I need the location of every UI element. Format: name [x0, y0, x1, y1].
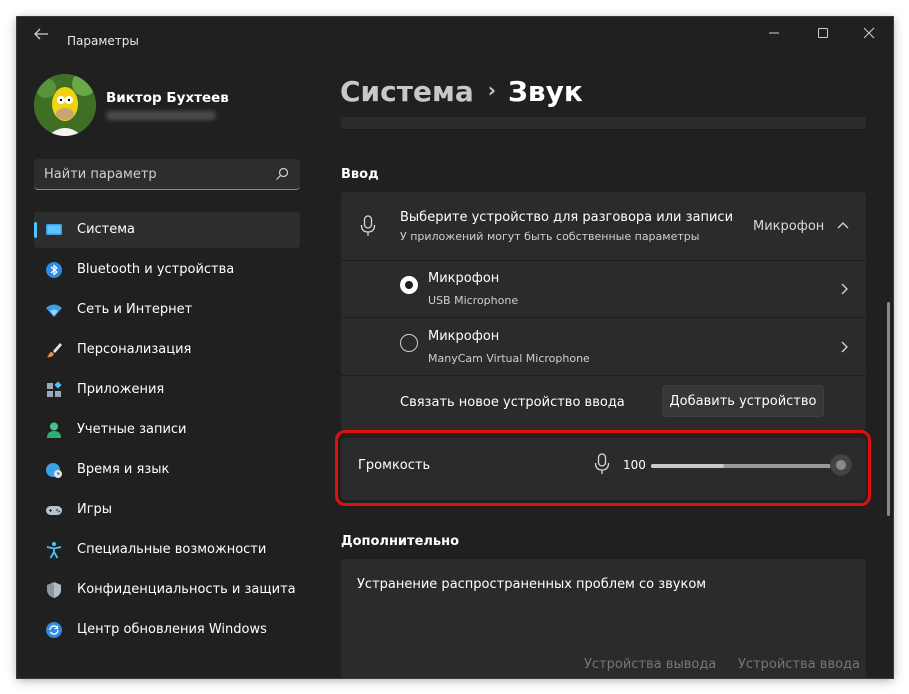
divider [341, 375, 866, 376]
wifi-icon [46, 304, 62, 317]
input-devices-link[interactable]: Устройства ввода [738, 657, 860, 672]
sidebar-item-label: Система [77, 222, 136, 237]
sidebar-item-label: Центр обновления Windows [77, 622, 267, 637]
sidebar-item-label: Специальные возможности [77, 542, 267, 557]
avatar[interactable] [34, 74, 96, 136]
globe-clock-icon [46, 463, 62, 478]
previous-card-edge [341, 117, 866, 130]
sidebar-item-bluetooth[interactable]: Bluetooth и устройства [34, 252, 300, 288]
device-detail: USB Microphone [428, 294, 519, 307]
maximize-button[interactable] [797, 17, 843, 49]
annotation-highlight-box [335, 430, 871, 506]
sidebar-item-apps[interactable]: Приложения [34, 372, 300, 408]
device-radio-selected[interactable] [400, 276, 418, 294]
update-icon [46, 622, 62, 638]
input-device-row[interactable]: Микрофон ManyCam Virtual Microphone [341, 318, 866, 375]
chevron-right-icon[interactable] [838, 283, 850, 295]
chooser-selected-value: Микрофон [753, 219, 825, 234]
settings-window: Параметры Виктор Бухтеев Найти параметр … [17, 17, 893, 678]
add-device-button[interactable]: Добавить устройство [662, 385, 824, 417]
bluetooth-icon [46, 262, 62, 278]
sidebar-item-label: Приложения [77, 382, 165, 397]
breadcrumb: Система › Звук [340, 75, 583, 108]
active-indicator [34, 222, 37, 238]
chooser-title: Выберите устройство для разговора или за… [400, 210, 734, 225]
shield-icon [47, 582, 61, 598]
title-bar: Параметры [17, 17, 893, 49]
device-name: Микрофон [428, 271, 500, 286]
sidebar-item-privacy[interactable]: Конфиденциальность и защита [34, 572, 300, 608]
output-devices-link[interactable]: Устройства вывода [584, 657, 716, 672]
chevron-up-icon[interactable] [837, 220, 849, 232]
breadcrumb-separator: › [487, 78, 497, 102]
scrollbar[interactable] [887, 302, 890, 516]
search-box [34, 159, 300, 190]
sidebar-item-label: Учетные записи [77, 422, 187, 437]
system-icon [46, 224, 62, 235]
chooser-subtitle: У приложений могут быть собственные пара… [400, 230, 700, 243]
back-button[interactable] [31, 25, 51, 43]
search-input[interactable] [44, 159, 264, 189]
sidebar-item-label: Персонализация [77, 342, 192, 357]
sidebar-item-personalization[interactable]: Персонализация [34, 332, 300, 368]
input-device-chooser[interactable]: Выберите устройство для разговора или за… [341, 192, 866, 260]
device-radio-unselected[interactable] [400, 334, 418, 352]
pair-device-label: Связать новое устройство ввода [400, 395, 625, 410]
sidebar-item-windows-update[interactable]: Центр обновления Windows [34, 612, 300, 648]
sidebar-item-label: Конфиденциальность и защита [77, 582, 296, 597]
sidebar-item-label: Игры [77, 502, 113, 517]
close-icon [863, 27, 875, 39]
sidebar-item-system[interactable]: Система [34, 212, 300, 248]
minimize-button[interactable] [751, 17, 797, 49]
user-email-redacted [106, 111, 216, 120]
arrow-left-icon [34, 28, 48, 40]
sidebar-item-accessibility[interactable]: Специальные возможности [34, 532, 300, 568]
section-label-input: Ввод [341, 167, 379, 182]
maximize-icon [818, 28, 828, 38]
troubleshoot-title: Устранение распространенных проблем со з… [357, 577, 707, 592]
sidebar-item-label: Время и язык [77, 462, 170, 477]
apps-icon [47, 381, 62, 397]
breadcrumb-parent[interactable]: Система [340, 75, 474, 108]
sidebar-item-label: Bluetooth и устройства [77, 262, 235, 277]
gamepad-icon [46, 506, 62, 515]
user-icon [47, 422, 61, 438]
microphone-icon [360, 215, 376, 236]
search-icon[interactable] [274, 166, 290, 182]
minimize-icon [769, 32, 779, 34]
device-detail: ManyCam Virtual Microphone [428, 352, 590, 365]
section-label-advanced: Дополнительно [341, 534, 460, 549]
sidebar-item-gaming[interactable]: Игры [34, 492, 300, 528]
page-title: Звук [508, 75, 583, 108]
accessibility-icon [46, 542, 62, 559]
app-title: Параметры [67, 34, 139, 48]
brush-icon [47, 343, 62, 358]
user-name: Виктор Бухтеев [106, 90, 229, 106]
sidebar-item-time-language[interactable]: Время и язык [34, 452, 300, 488]
sidebar-item-label: Сеть и Интернет [77, 302, 193, 317]
input-device-row[interactable]: Микрофон USB Microphone [341, 261, 866, 317]
sidebar-item-network[interactable]: Сеть и Интернет [34, 292, 300, 328]
chevron-right-icon[interactable] [838, 341, 850, 353]
sidebar-item-accounts[interactable]: Учетные записи [34, 412, 300, 448]
device-name: Микрофон [428, 329, 500, 344]
close-button[interactable] [845, 17, 891, 49]
